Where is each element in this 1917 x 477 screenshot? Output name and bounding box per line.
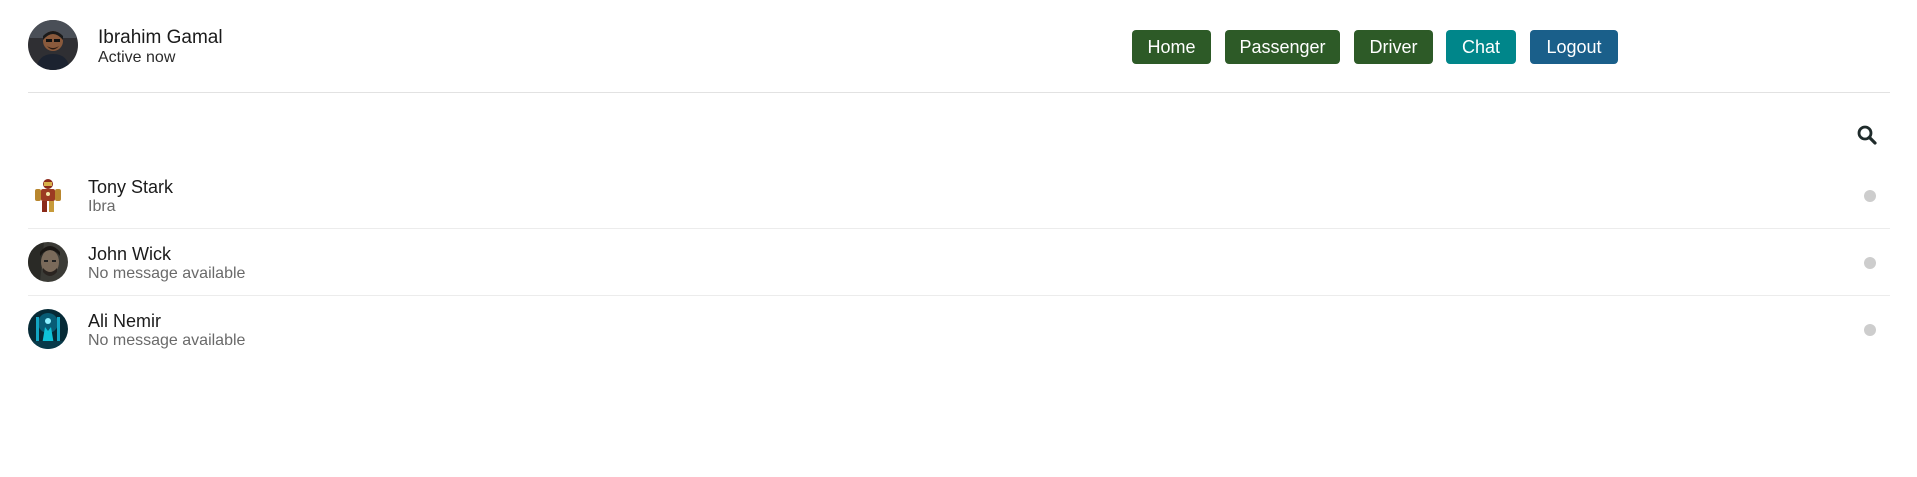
last-message: No message available	[88, 265, 246, 282]
contact-name: Tony Stark	[88, 177, 174, 197]
chat-list: Tony Stark Ibra John Wick No message ava…	[28, 162, 1890, 362]
current-user-name: Ibrahim Gamal	[98, 27, 223, 48]
last-message: Ibra	[88, 198, 116, 215]
header: Ibrahim Gamal Active now Home Passenger …	[28, 0, 1890, 93]
status-dot	[1864, 257, 1876, 269]
driver-button[interactable]: Driver	[1354, 30, 1433, 64]
current-user-status: Active now	[98, 49, 176, 66]
chat-list-item[interactable]: John Wick No message available	[28, 229, 1890, 296]
search-icon[interactable]	[1856, 124, 1878, 146]
contact-avatar	[28, 309, 68, 349]
current-user-avatar	[28, 20, 78, 70]
status-dot	[1864, 190, 1876, 202]
contact-avatar	[28, 242, 68, 282]
last-message: No message available	[88, 332, 246, 349]
contact-avatar	[28, 175, 68, 215]
home-button[interactable]: Home	[1132, 30, 1211, 64]
passenger-button[interactable]: Passenger	[1225, 30, 1340, 64]
chat-button[interactable]: Chat	[1446, 30, 1516, 64]
chat-list-item[interactable]: Ali Nemir No message available	[28, 296, 1890, 362]
logout-button[interactable]: Logout	[1530, 30, 1618, 64]
contact-name: Ali Nemir	[88, 311, 162, 331]
chat-list-item[interactable]: Tony Stark Ibra	[28, 162, 1890, 229]
contact-name: John Wick	[88, 244, 172, 264]
status-dot	[1864, 324, 1876, 336]
chat-users-page: Ibrahim Gamal Active now Home Passenger …	[0, 0, 1917, 477]
